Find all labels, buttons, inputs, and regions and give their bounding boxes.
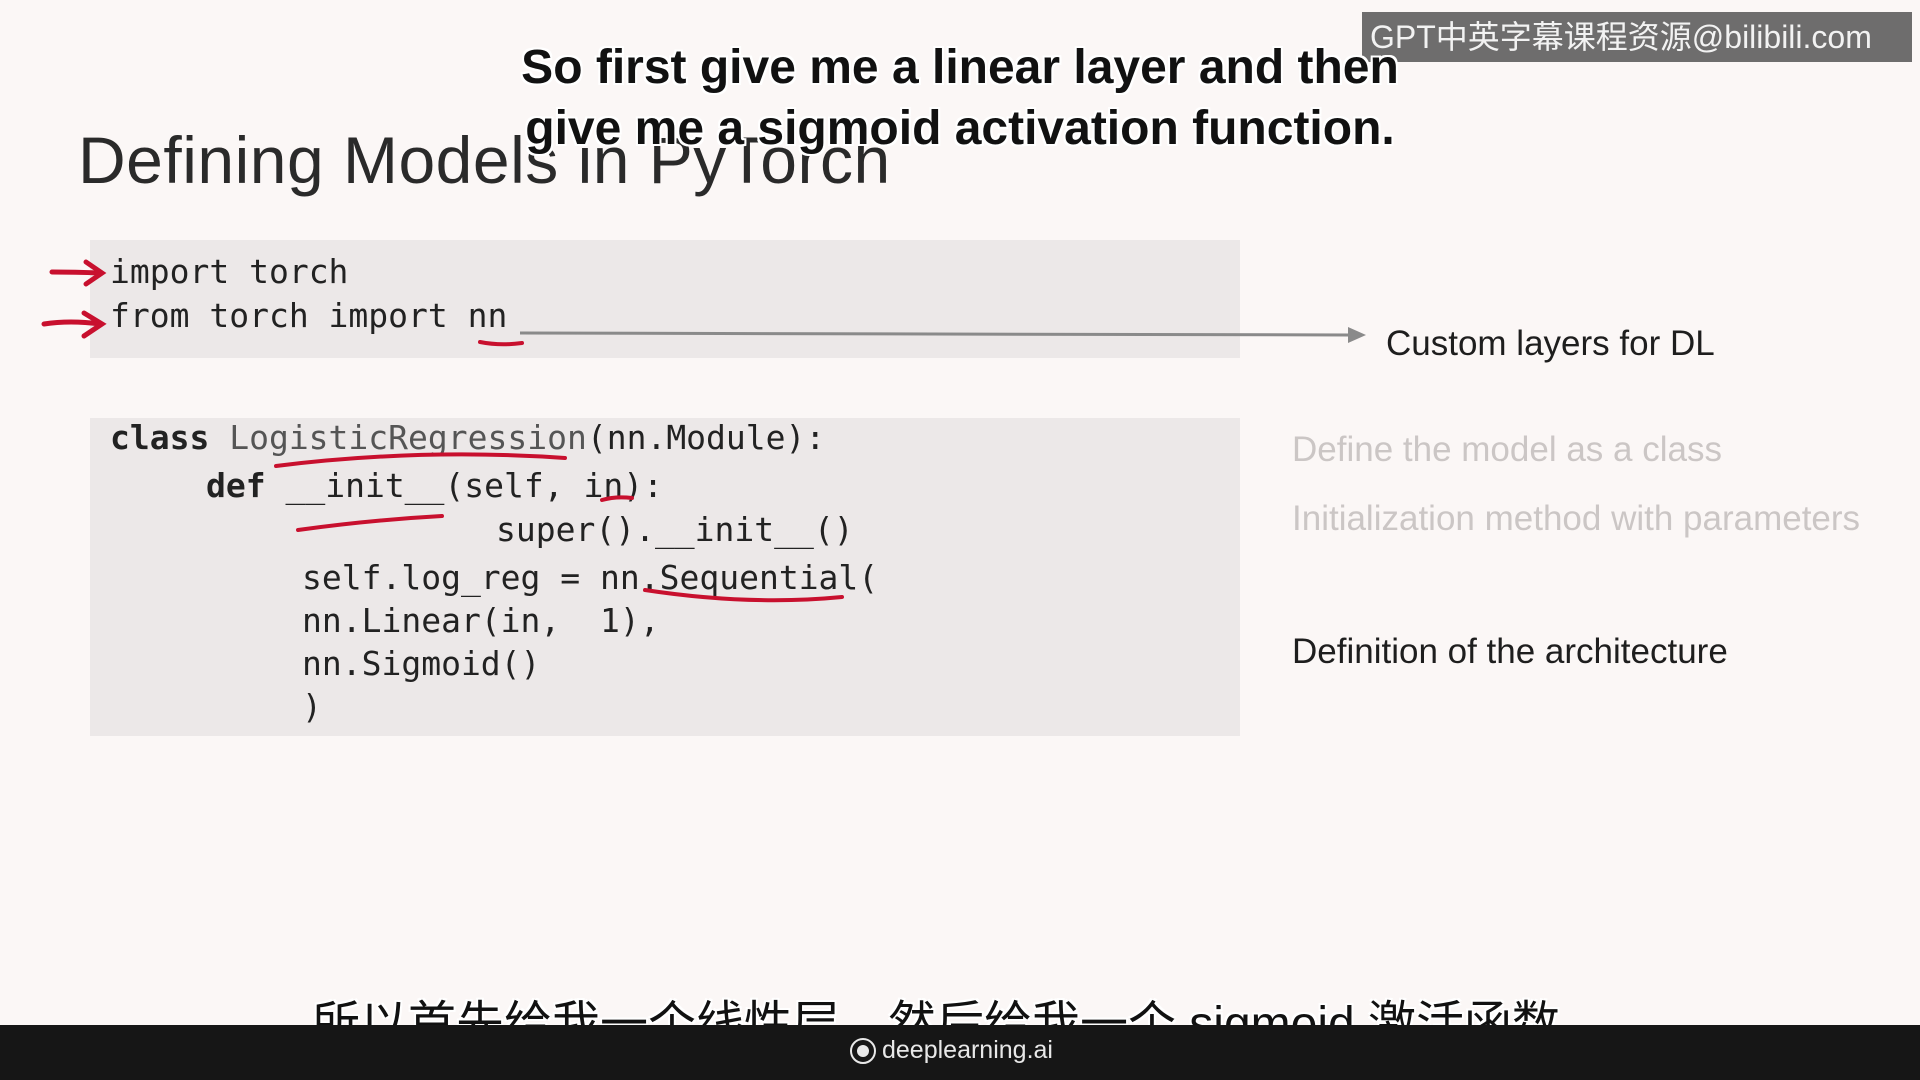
code-text: __init__(self, in):: [265, 466, 663, 505]
note-define-class: Define the model as a class: [1292, 430, 1722, 469]
code-line-import-torch: import torch: [110, 252, 348, 291]
code-text: torch import nn: [189, 296, 508, 335]
code-text: torch: [229, 252, 349, 291]
note-init-method: Initialization method with parameters: [1292, 499, 1861, 538]
code-keyword-class: class: [110, 418, 210, 457]
deeplearning-logo-icon: [850, 1037, 876, 1064]
brand-logo: deeplearning.ai: [850, 1036, 1053, 1065]
code-line-sigmoid: nn.Sigmoid(): [302, 644, 541, 683]
subtitle-en-line-2: give me a sigmoid activation function.: [525, 102, 1395, 155]
brand-name: deeplearning.ai: [882, 1036, 1053, 1064]
note-custom-layers: Custom layers for DL: [1386, 324, 1715, 363]
code-line-super: super().__init__(): [496, 510, 854, 549]
subtitle-en-line-1: So first give me a linear layer and then: [521, 41, 1399, 94]
code-line-def-init: def __init__(self, in):: [206, 466, 663, 505]
code-class-name: LogisticRegression: [209, 418, 587, 457]
code-line-linear: nn.Linear(in, 1),: [302, 601, 660, 640]
code-line-close-paren: ): [302, 687, 322, 726]
code-line-class: class LogisticRegression(nn.Module):: [110, 418, 825, 457]
note-architecture: Definition of the architecture: [1292, 632, 1728, 671]
code-keyword: from: [110, 296, 190, 335]
code-keyword-def: def: [206, 466, 266, 505]
code-line-sequential: self.log_reg = nn.Sequential(: [302, 558, 879, 597]
code-keyword: import: [110, 252, 230, 291]
code-line-from-torch: from torch import nn: [110, 296, 507, 335]
code-text: (nn.Module):: [586, 418, 826, 457]
